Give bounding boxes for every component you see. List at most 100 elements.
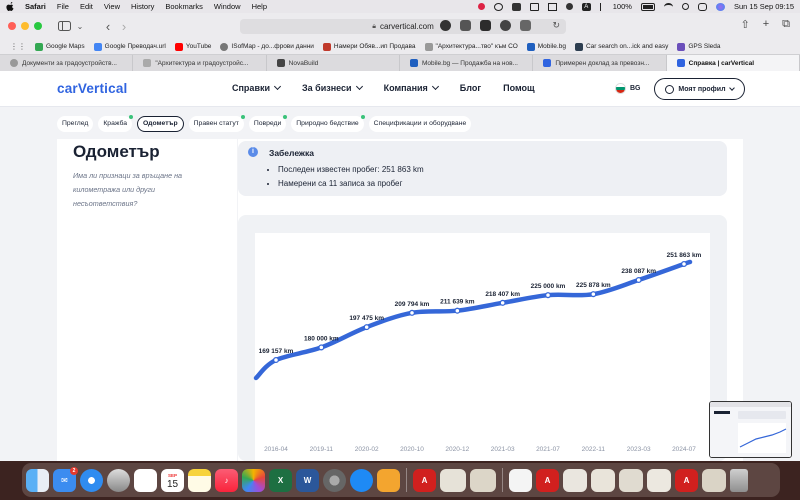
home-icon[interactable] xyxy=(377,468,400,492)
vpn-icon[interactable] xyxy=(565,3,573,10)
extension-icon[interactable] xyxy=(440,19,451,31)
preview-icon[interactable] xyxy=(107,468,130,492)
mileage-point[interactable] xyxy=(635,276,642,284)
nav-item-za-biznesi[interactable]: За бизнеси xyxy=(302,82,363,93)
browser-tab[interactable]: NovaBuild xyxy=(267,55,400,71)
browser-tab[interactable]: Примерен доклад за превозн... xyxy=(533,55,667,71)
extension-icon[interactable] xyxy=(500,19,511,31)
window-thumbnail-icon[interactable] xyxy=(440,468,466,492)
back-button[interactable]: ‹ xyxy=(100,19,116,34)
excel-icon[interactable]: X xyxy=(269,468,292,492)
tab-group-chevron-icon[interactable]: ⌄ xyxy=(72,19,88,33)
music-icon[interactable]: ♪ xyxy=(215,468,238,492)
bookmark-mobile-bg[interactable]: Mobile.bg xyxy=(526,42,566,51)
nav-item-spravki[interactable]: Справки xyxy=(232,82,282,93)
forward-button[interactable]: › xyxy=(116,19,132,34)
apple-logo-icon[interactable] xyxy=(6,2,15,11)
section-tab-povredi[interactable]: Повреди xyxy=(248,114,288,132)
bookmark-arhitektura[interactable]: "Архитектура...тво" към СО xyxy=(424,42,518,51)
section-tab-specifikacii[interactable]: Спецификации и оборудване xyxy=(368,115,472,132)
reminders-icon[interactable] xyxy=(134,468,157,492)
screen-share-icon[interactable] xyxy=(547,2,557,11)
menu-safari[interactable]: Safari xyxy=(25,2,46,11)
acrobat-icon[interactable]: A xyxy=(675,468,698,492)
language-selector[interactable]: BG xyxy=(615,83,641,94)
mileage-point[interactable] xyxy=(590,291,597,298)
mileage-point[interactable] xyxy=(544,292,552,299)
section-tab-odometar[interactable]: Одометър xyxy=(137,115,184,132)
nav-item-kompaniya[interactable]: Компания xyxy=(384,82,439,93)
document-icon[interactable] xyxy=(509,468,532,492)
section-tab-krazhba[interactable]: Кражба xyxy=(98,114,134,132)
app-status-icon[interactable] xyxy=(511,2,521,11)
search-icon[interactable] xyxy=(681,3,689,10)
carvertical-logo[interactable]: carVertical xyxy=(57,81,128,96)
menu-history[interactable]: History xyxy=(131,2,154,11)
my-profile-button[interactable]: Моят профил xyxy=(654,78,745,100)
finder-icon[interactable] xyxy=(26,468,49,492)
safari-icon[interactable] xyxy=(80,468,103,492)
extension-icon[interactable] xyxy=(480,19,491,31)
bookmark-google-maps[interactable]: Google Maps xyxy=(35,42,85,51)
menu-window[interactable]: Window xyxy=(214,2,241,11)
display-icon[interactable] xyxy=(529,2,539,11)
tab-overview-icon[interactable]: ⧉ xyxy=(782,18,790,31)
window-thumbnail-icon[interactable] xyxy=(563,468,587,492)
extension-icon[interactable] xyxy=(520,19,531,31)
mileage-point[interactable] xyxy=(272,356,280,364)
mileage-point[interactable] xyxy=(499,299,506,306)
input-source-icon[interactable]: A xyxy=(581,2,591,11)
photos-icon[interactable] xyxy=(242,468,265,492)
mileage-point[interactable] xyxy=(363,324,370,331)
sidebar-toggle-icon[interactable] xyxy=(56,19,72,33)
notes-icon[interactable] xyxy=(188,468,211,492)
section-tab-praven-status[interactable]: Правен статут xyxy=(188,114,245,132)
minimize-window-button[interactable] xyxy=(21,22,29,30)
menubar-clock[interactable]: Sun 15 Sep 09:15 xyxy=(734,2,794,11)
acrobat-icon[interactable]: A xyxy=(413,468,436,492)
window-thumbnail-icon[interactable] xyxy=(647,468,671,492)
close-window-button[interactable] xyxy=(8,22,16,30)
menu-file[interactable]: File xyxy=(57,2,69,11)
siri-icon[interactable] xyxy=(715,2,725,11)
menu-bookmarks[interactable]: Bookmarks xyxy=(165,2,203,11)
nav-item-blog[interactable]: Блог xyxy=(460,83,481,93)
control-center-icon[interactable] xyxy=(697,2,707,11)
window-thumbnail-icon[interactable] xyxy=(619,468,643,492)
bookmark-isofmap[interactable]: ISofMap - до...фрови данни xyxy=(220,42,314,51)
section-tab-prirodno-bedstvie[interactable]: Природно бедствие xyxy=(291,114,365,132)
creative-cloud-icon[interactable] xyxy=(493,2,503,11)
screenshot-thumbnail[interactable] xyxy=(709,401,792,458)
battery-icon[interactable] xyxy=(640,2,655,11)
browser-tab[interactable]: Документи за градоустройств... xyxy=(0,55,134,71)
extension-icon[interactable] xyxy=(460,19,471,31)
mileage-point[interactable] xyxy=(318,344,325,351)
zoom-window-button[interactable] xyxy=(34,22,42,30)
wifi-icon[interactable] xyxy=(663,2,673,11)
mail-icon[interactable]: ✉ 2 xyxy=(53,466,78,492)
browser-tab-active[interactable]: Справка | carVertical xyxy=(666,55,800,71)
status-dot-icon[interactable] xyxy=(477,3,485,10)
menu-help[interactable]: Help xyxy=(252,2,267,11)
new-tab-icon[interactable]: + xyxy=(763,18,769,31)
mileage-point[interactable] xyxy=(454,307,461,314)
app-store-icon[interactable] xyxy=(350,468,373,492)
trash-icon[interactable] xyxy=(730,468,748,492)
calendar-icon[interactable]: SEP 15 xyxy=(161,468,184,492)
bookmarks-grid-icon[interactable]: ⋮⋮ xyxy=(10,42,26,51)
section-tab-pregled[interactable]: Преглед xyxy=(57,115,94,132)
browser-tab[interactable]: Mobile.bg — Продажба на нов... xyxy=(400,55,534,71)
reload-icon[interactable]: ↻ xyxy=(552,20,560,31)
bookmark-car-search[interactable]: Car search on...ick and easy xyxy=(574,42,668,51)
nav-item-pomosht[interactable]: Помощ xyxy=(503,83,534,93)
mileage-point[interactable] xyxy=(680,260,688,268)
window-thumbnail-icon[interactable] xyxy=(591,468,615,492)
mileage-point[interactable] xyxy=(408,309,416,316)
bookmark-google-translate[interactable]: Google Преводач.url xyxy=(93,42,166,51)
menu-view[interactable]: View xyxy=(104,2,120,11)
bookmark-nameri-obyavi[interactable]: Намери Обяв...ип Продава xyxy=(322,42,416,51)
bookmark-gps-sleda[interactable]: GPS Sleda xyxy=(677,42,721,51)
browser-tab[interactable]: "Архитектура и градоустройс... xyxy=(133,55,267,71)
menu-edit[interactable]: Edit xyxy=(80,2,93,11)
bluetooth-icon[interactable] xyxy=(599,2,604,11)
